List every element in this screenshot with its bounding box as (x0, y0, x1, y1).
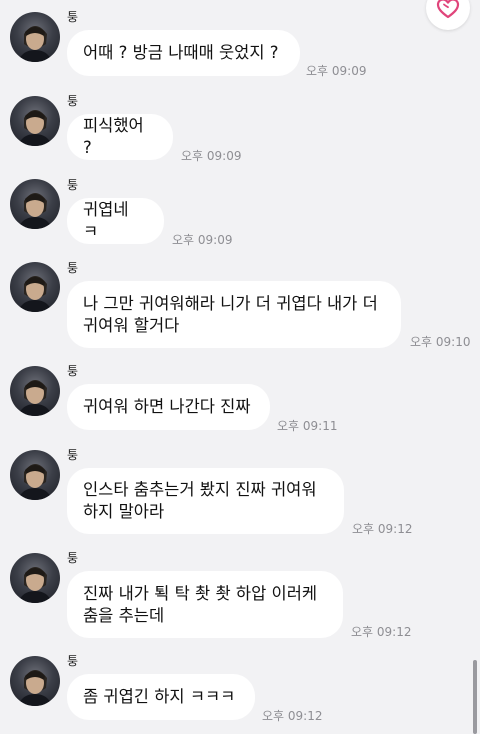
avatar-photo (18, 670, 52, 706)
message-time: 오후 09:12 (351, 625, 412, 639)
avatar[interactable] (10, 179, 60, 229)
sender-name: 퉁 (67, 654, 79, 668)
avatar[interactable] (10, 553, 60, 603)
avatar-photo (18, 464, 52, 500)
message-bubble[interactable]: 진짜 내가 퇵 탁 촷 촷 하압 이러케 춤을 추는데 (67, 571, 343, 638)
message-time: 오후 09:10 (410, 335, 471, 349)
avatar[interactable] (10, 262, 60, 312)
message-bubble[interactable]: 나 그만 귀여워해라 니가 더 귀엽다 내가 더 귀여워 할거다 (67, 281, 401, 348)
avatar[interactable] (10, 450, 60, 500)
avatar[interactable] (10, 366, 60, 416)
message-bubble[interactable]: 인스타 춤추는거 봤지 진짜 귀여워 하지 말아라 (67, 468, 344, 534)
sender-name: 퉁 (67, 551, 79, 565)
message-time: 오후 09:09 (172, 233, 233, 247)
message-bubble[interactable]: 피식했어 ? (67, 114, 173, 160)
avatar-photo (18, 567, 52, 603)
avatar-photo (18, 26, 52, 62)
message-bubble[interactable]: 어때 ? 방금 나때매 웃었지 ? (67, 30, 300, 76)
avatar-photo (18, 193, 52, 229)
sender-name: 퉁 (67, 94, 79, 108)
message-time: 오후 09:12 (352, 522, 413, 536)
message-time: 오후 09:12 (262, 709, 323, 723)
sender-name: 퉁 (67, 178, 79, 192)
avatar[interactable] (10, 656, 60, 706)
heart-button[interactable] (426, 0, 470, 30)
avatar-photo (18, 276, 52, 312)
avatar-photo (18, 380, 52, 416)
message-time: 오후 09:11 (277, 419, 338, 433)
sender-name: 퉁 (67, 364, 79, 378)
avatar[interactable] (10, 96, 60, 146)
message-bubble[interactable]: 귀여워 하면 나간다 진짜 (67, 384, 270, 430)
sender-name: 퉁 (67, 448, 79, 462)
scrollbar[interactable] (473, 660, 477, 734)
message-bubble[interactable]: 귀엽네 ㅋ (67, 198, 164, 244)
sender-name: 퉁 (67, 261, 79, 275)
avatar[interactable] (10, 12, 60, 62)
message-time: 오후 09:09 (181, 149, 242, 163)
message-time: 오후 09:09 (306, 64, 367, 78)
sender-name: 퉁 (67, 10, 79, 24)
avatar-photo (18, 110, 52, 146)
heart-outline-icon (436, 0, 460, 19)
message-bubble[interactable]: 좀 귀엽긴 하지 ㅋㅋㅋ (67, 674, 255, 720)
